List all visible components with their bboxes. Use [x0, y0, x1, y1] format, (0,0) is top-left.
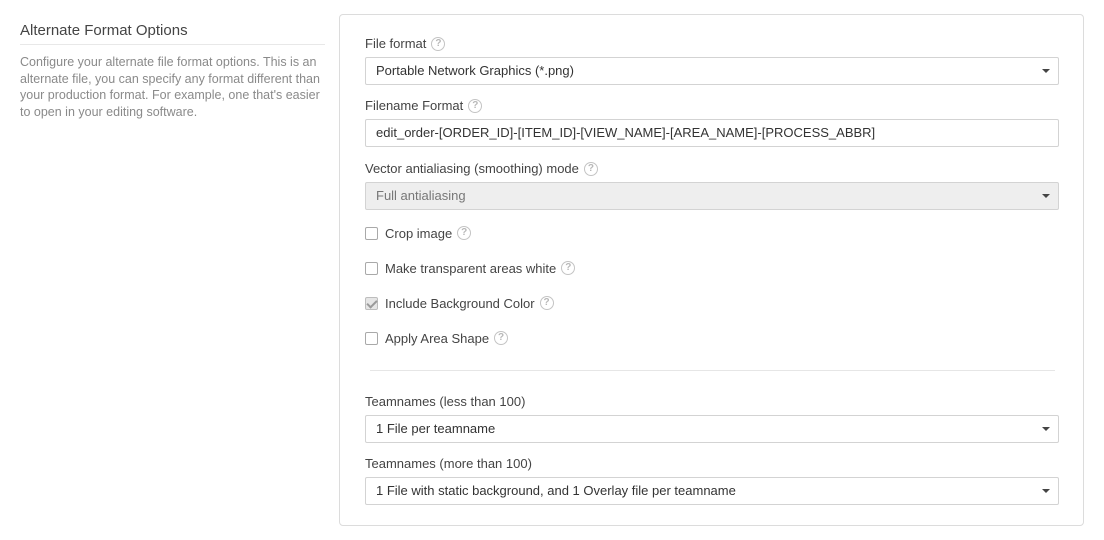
caret-down-icon — [1042, 427, 1050, 431]
help-icon[interactable]: ? — [539, 296, 554, 310]
crop-image-checkbox[interactable] — [365, 226, 378, 240]
help-icon[interactable]: ? — [457, 226, 472, 240]
filename-format-label: Filename Format — [365, 98, 464, 113]
filename-format-value: edit_order-[ORDER_ID]-[ITEM_ID]-[VIEW_NA… — [376, 125, 876, 140]
help-icon[interactable]: ? — [561, 261, 576, 275]
file-format-field: File format ? Portable Network Graphics … — [365, 35, 1059, 85]
filename-format-input[interactable]: edit_order-[ORDER_ID]-[ITEM_ID]-[VIEW_NA… — [365, 119, 1059, 147]
caret-down-icon — [1042, 489, 1050, 493]
divider — [370, 370, 1055, 371]
background-color-label: Include Background Color — [385, 295, 535, 311]
teamnames-less-value: 1 File per teamname — [376, 421, 496, 436]
transparent-white-checkbox[interactable] — [365, 261, 378, 275]
background-color-checkbox[interactable] — [365, 296, 378, 310]
options-panel: File format ? Portable Network Graphics … — [339, 14, 1084, 526]
filename-format-field: Filename Format ? edit_order-[ORDER_ID]-… — [365, 97, 1059, 147]
file-format-select[interactable]: Portable Network Graphics (*.png) — [365, 57, 1059, 85]
teamnames-more-select[interactable]: 1 File with static background, and 1 Ove… — [365, 477, 1059, 505]
transparent-white-checkbox-row[interactable]: Make transparent areas white ? — [365, 259, 576, 277]
section-description: Configure your alternate file format opt… — [20, 55, 320, 119]
caret-down-icon — [1042, 69, 1050, 73]
teamnames-more-label: Teamnames (more than 100) — [365, 456, 532, 471]
antialiasing-select: Full antialiasing — [365, 182, 1059, 210]
help-icon[interactable]: ? — [494, 331, 509, 345]
antialiasing-label: Vector antialiasing (smoothing) mode — [365, 161, 579, 176]
transparent-white-label: Make transparent areas white — [385, 260, 557, 276]
teamnames-more-field: Teamnames (more than 100) 1 File with st… — [365, 455, 1059, 505]
teamnames-less-field: Teamnames (less than 100) 1 File per tea… — [365, 393, 1059, 443]
help-icon[interactable]: ? — [431, 37, 446, 51]
file-format-label: File format — [365, 36, 427, 51]
section-title: Alternate Format Options — [20, 22, 325, 45]
caret-down-icon — [1042, 194, 1050, 198]
antialiasing-value: Full antialiasing — [376, 188, 466, 203]
area-shape-label: Apply Area Shape — [385, 330, 490, 346]
help-icon[interactable]: ? — [583, 162, 598, 176]
antialiasing-field: Vector antialiasing (smoothing) mode ? F… — [365, 160, 1059, 210]
crop-image-checkbox-row[interactable]: Crop image ? — [365, 224, 472, 242]
background-color-checkbox-row[interactable]: Include Background Color ? — [365, 294, 554, 312]
teamnames-more-value: 1 File with static background, and 1 Ove… — [376, 483, 736, 498]
teamnames-less-label: Teamnames (less than 100) — [365, 394, 526, 409]
file-format-value: Portable Network Graphics (*.png) — [376, 63, 574, 78]
area-shape-checkbox[interactable] — [365, 331, 378, 345]
section-info: Alternate Format Options Configure your … — [20, 22, 325, 120]
area-shape-checkbox-row[interactable]: Apply Area Shape ? — [365, 329, 509, 347]
help-icon[interactable]: ? — [468, 99, 483, 113]
teamnames-less-select[interactable]: 1 File per teamname — [365, 415, 1059, 443]
crop-image-label: Crop image — [385, 225, 453, 241]
